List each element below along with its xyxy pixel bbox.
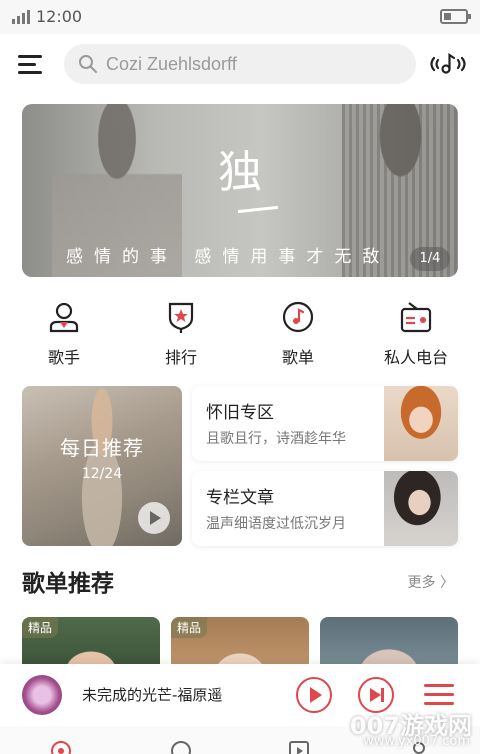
column-articles-card[interactable]: 专栏文章 温声细语度过低沉岁月 [192, 471, 458, 546]
singer-icon [49, 302, 79, 333]
daily-date: 12/24 [81, 466, 123, 482]
premium-badge: 精品 [22, 617, 59, 638]
mv-icon[interactable] [288, 740, 310, 754]
card-cover-image [384, 386, 458, 461]
song-title: 未完成的光芒-福原遥 [82, 686, 223, 704]
search-icon [79, 55, 97, 73]
status-time: 12:00 [36, 7, 83, 26]
nav-ranking-label: 排行 [164, 348, 197, 367]
video-icon[interactable] [170, 740, 192, 754]
playlist-icon [282, 301, 314, 333]
album-art[interactable] [22, 675, 62, 715]
banner-title: 独 [218, 147, 262, 198]
card-title: 专栏文章 [206, 488, 274, 508]
section-title: 歌单推荐 [22, 571, 114, 597]
nav-singer[interactable]: 歌手 [14, 300, 114, 370]
nav-ranking[interactable]: 排行 [131, 300, 231, 370]
nav-playlist-label: 歌单 [281, 348, 314, 367]
banner-dash [237, 205, 279, 214]
daily-title: 每日推荐 [60, 436, 144, 460]
search-bar[interactable] [64, 44, 416, 84]
card-subtitle: 且歌且行，诗酒趁年华 [206, 431, 346, 447]
nav-radio-label: 私人电台 [383, 348, 448, 367]
signal-icon [12, 10, 30, 24]
nostalgia-card[interactable]: 怀旧专区 且歌且行，诗酒趁年华 [192, 386, 458, 461]
banner-page-indicator: 1/4 [410, 247, 450, 271]
more-link[interactable]: 更多 〉 [408, 572, 454, 592]
discover-icon[interactable] [50, 740, 72, 754]
banner-text: 感情的事 感情用事才无敌 [66, 247, 391, 267]
nav-singer-label: 歌手 [47, 348, 80, 367]
play-icon[interactable] [138, 502, 170, 534]
daily-recommend-card[interactable]: 每日推荐 12/24 [22, 386, 182, 546]
radio-icon [400, 302, 432, 333]
nav-playlist[interactable]: 歌单 [248, 300, 348, 370]
card-subtitle: 温声细语度过低沉岁月 [206, 516, 346, 532]
card-cover-image [384, 471, 458, 546]
play-button[interactable] [296, 677, 332, 713]
menu-icon[interactable] [18, 50, 46, 78]
battery-icon [440, 9, 471, 24]
status-bar: 12:00 [0, 0, 480, 34]
card-title: 怀旧专区 [206, 403, 274, 423]
ranking-icon [168, 302, 194, 333]
playlist-queue-icon[interactable] [424, 682, 454, 708]
premium-badge: 精品 [171, 617, 208, 638]
nav-radio[interactable]: 私人电台 [366, 300, 466, 370]
banner-carousel[interactable]: 独 感情的事 感情用事才无敌 1/4 [22, 104, 458, 277]
music-recognition-icon[interactable] [428, 50, 468, 78]
search-input[interactable] [106, 44, 406, 84]
watermark-url: www.yx007.com [363, 734, 470, 749]
